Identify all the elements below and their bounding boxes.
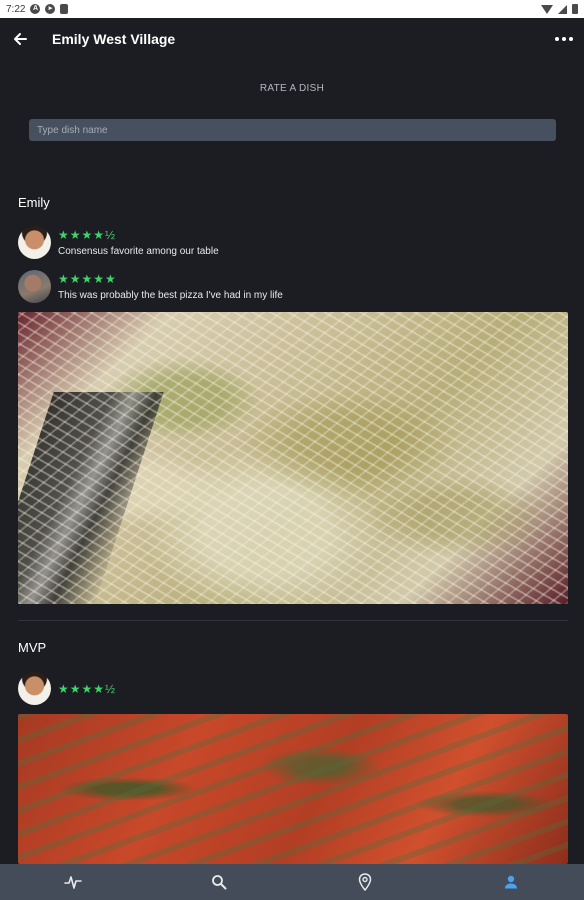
location-pin-icon	[358, 873, 372, 891]
nav-activity[interactable]	[0, 864, 146, 900]
review-comment: Consensus favorite among our table	[58, 246, 219, 257]
dish-title: Emily	[18, 195, 50, 210]
avatar[interactable]	[18, 672, 51, 705]
nav-search[interactable]	[146, 864, 292, 900]
profile-icon	[505, 875, 517, 889]
section-divider	[18, 620, 568, 621]
sd-card-icon	[60, 4, 69, 14]
review-comment: This was probably the best pizza I've ha…	[58, 290, 283, 301]
dish-title: MVP	[18, 640, 47, 655]
status-bar: 7:22 A ▸	[0, 0, 584, 18]
star-rating: ★★★★★	[58, 272, 117, 286]
dish-name-input[interactable]	[29, 119, 556, 141]
notification-a-icon: A	[30, 4, 41, 14]
more-options-button[interactable]	[544, 18, 584, 60]
nav-location[interactable]	[292, 864, 438, 900]
more-dot-icon	[555, 37, 559, 41]
cheese-texture	[18, 312, 568, 604]
more-dot-icon	[569, 37, 573, 41]
activity-icon	[64, 876, 82, 889]
review-item[interactable]: ★★★★½ Consensus favorite among our table	[18, 226, 219, 259]
star-rating: ★★★★½	[58, 681, 117, 696]
dish-photo[interactable]	[18, 312, 568, 604]
rate-a-dish-label: RATE A DISH	[259, 83, 325, 94]
arrow-back-icon	[14, 33, 27, 45]
bottom-nav	[0, 864, 584, 900]
page-title: Emily West Village	[52, 31, 176, 47]
back-button[interactable]	[0, 18, 40, 60]
search-icon	[212, 875, 227, 890]
signal-icon	[558, 4, 567, 14]
review-item[interactable]: ★★★★½	[18, 672, 116, 705]
notification-play-icon: ▸	[45, 4, 56, 14]
wifi-icon	[541, 4, 553, 14]
battery-icon	[572, 4, 578, 14]
avatar[interactable]	[18, 226, 51, 259]
status-time: 7:22	[6, 3, 26, 15]
avatar[interactable]	[18, 270, 51, 303]
dish-photo[interactable]	[18, 714, 568, 864]
nav-profile[interactable]	[438, 864, 584, 900]
more-dot-icon	[562, 37, 566, 41]
review-item[interactable]: ★★★★★ This was probably the best pizza I…	[18, 270, 283, 303]
star-rating: ★★★★½	[58, 228, 117, 242]
app-bar: Emily West Village	[0, 18, 584, 60]
basil-texture	[18, 714, 568, 864]
